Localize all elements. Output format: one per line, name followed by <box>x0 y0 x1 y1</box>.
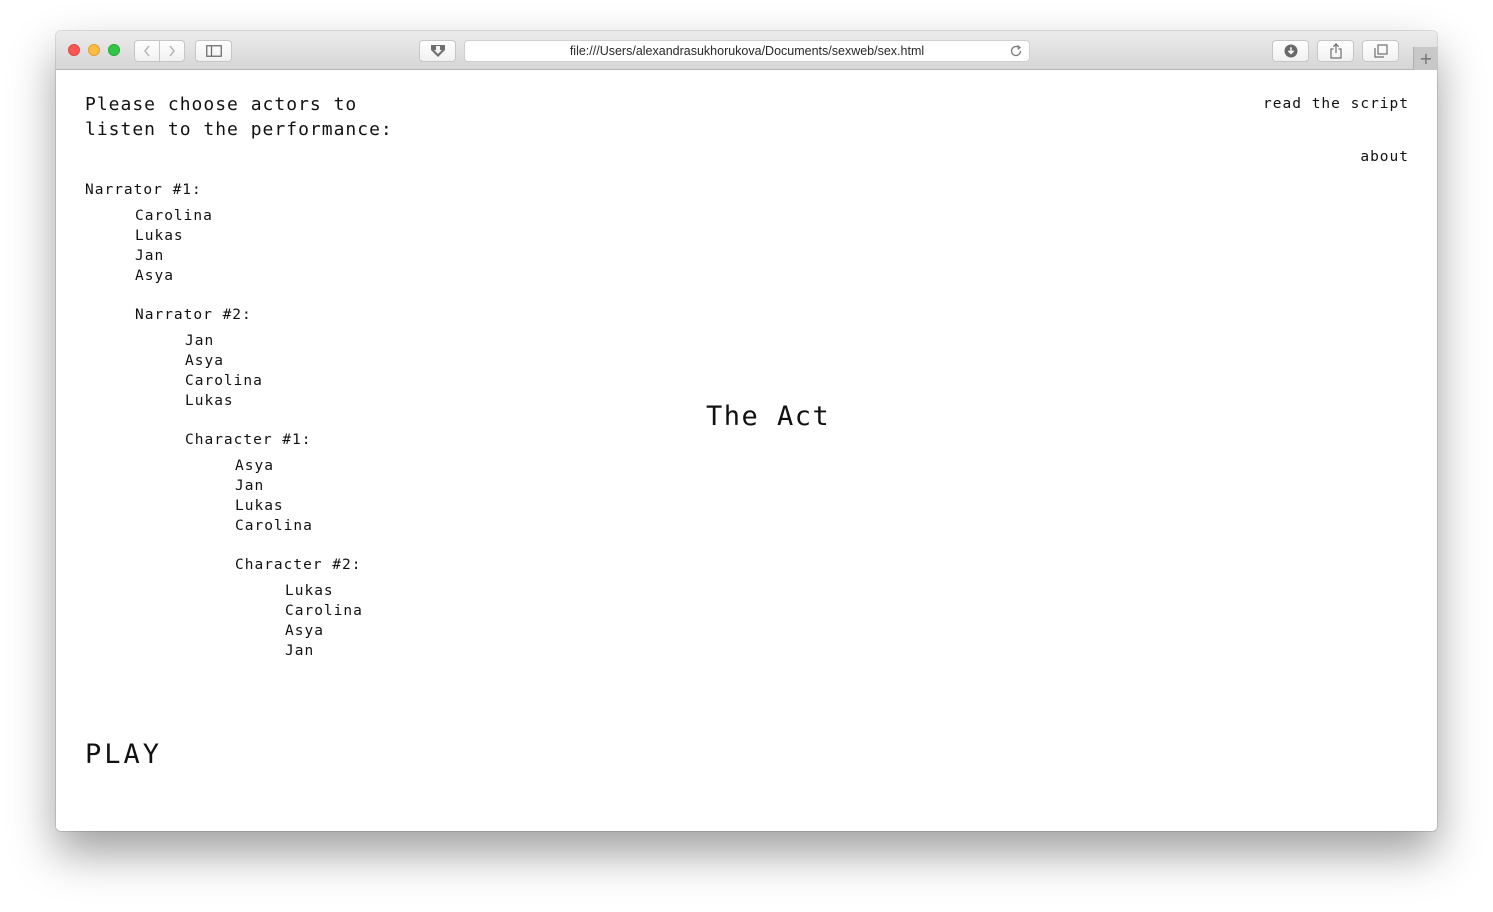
actor-option[interactable]: Asya <box>285 621 363 641</box>
actor-option[interactable]: Jan <box>185 331 263 351</box>
actor-list-character-2: Lukas Carolina Asya Jan <box>285 581 363 661</box>
minimize-window-button[interactable] <box>88 44 100 56</box>
actor-list-character-1: Asya Jan Lukas Carolina <box>235 456 313 536</box>
actor-option[interactable]: Asya <box>235 456 313 476</box>
page-content: Please choose actors to listen to the pe… <box>56 71 1437 831</box>
browser-window: file:///Users/alexandrasukhorukova/Docum… <box>56 31 1437 831</box>
actor-option[interactable]: Jan <box>135 246 213 266</box>
role-heading-character-1: Character #1: <box>185 432 312 448</box>
sidebar-toggle-button[interactable] <box>195 40 232 62</box>
role-heading-narrator-1: Narrator #1: <box>85 182 202 198</box>
actor-option[interactable]: Lukas <box>285 581 363 601</box>
actor-list-narrator-1: Carolina Lukas Jan Asya <box>135 206 213 286</box>
instructions-line-2: listen to the performance: <box>85 119 393 140</box>
actor-option[interactable]: Asya <box>185 351 263 371</box>
forward-button[interactable] <box>159 40 185 62</box>
read-script-link[interactable]: read the script <box>1263 96 1409 112</box>
actor-option[interactable]: Lukas <box>135 226 213 246</box>
actor-option[interactable]: Carolina <box>135 206 213 226</box>
chevron-right-icon <box>169 45 176 57</box>
reload-button[interactable] <box>1008 43 1024 59</box>
back-button[interactable] <box>134 40 160 62</box>
browser-toolbar: file:///Users/alexandrasukhorukova/Docum… <box>56 31 1437 70</box>
chevron-left-icon <box>143 45 150 57</box>
share-icon <box>1329 43 1342 59</box>
download-arrow-icon <box>430 45 445 57</box>
actor-option[interactable]: Lukas <box>235 496 313 516</box>
show-tabs-button[interactable] <box>1362 40 1399 62</box>
play-button[interactable]: PLAY <box>85 739 162 770</box>
zoom-window-button[interactable] <box>108 44 120 56</box>
sidebar-icon <box>205 45 222 57</box>
download-icon <box>1284 44 1297 58</box>
tabs-icon <box>1373 44 1388 58</box>
share-button[interactable] <box>1317 40 1354 62</box>
role-heading-character-2: Character #2: <box>235 557 362 573</box>
reload-icon <box>1010 45 1022 57</box>
actor-option[interactable]: Carolina <box>185 371 263 391</box>
about-link[interactable]: about <box>1360 149 1409 165</box>
actor-option[interactable]: Carolina <box>285 601 363 621</box>
address-bar[interactable]: file:///Users/alexandrasukhorukova/Docum… <box>464 40 1030 62</box>
actor-list-narrator-2: Jan Asya Carolina Lukas <box>185 331 263 411</box>
role-heading-narrator-2: Narrator #2: <box>135 307 252 323</box>
close-window-button[interactable] <box>68 44 80 56</box>
actor-option[interactable]: Jan <box>285 641 363 661</box>
actor-option[interactable]: Carolina <box>235 516 313 536</box>
instructions-line-1: Please choose actors to <box>85 94 358 115</box>
downloads-button[interactable] <box>1272 40 1309 62</box>
performance-title: The Act <box>706 401 831 432</box>
actor-option[interactable]: Jan <box>235 476 313 496</box>
new-tab-button[interactable]: + <box>1413 47 1437 70</box>
actor-option[interactable]: Asya <box>135 266 213 286</box>
reading-list-button[interactable] <box>419 40 456 62</box>
instructions-text: Please choose actors to listen to the pe… <box>85 92 393 142</box>
plus-icon: + <box>1419 49 1433 68</box>
address-bar-url: file:///Users/alexandrasukhorukova/Docum… <box>569 44 925 58</box>
actor-option[interactable]: Lukas <box>185 391 263 411</box>
